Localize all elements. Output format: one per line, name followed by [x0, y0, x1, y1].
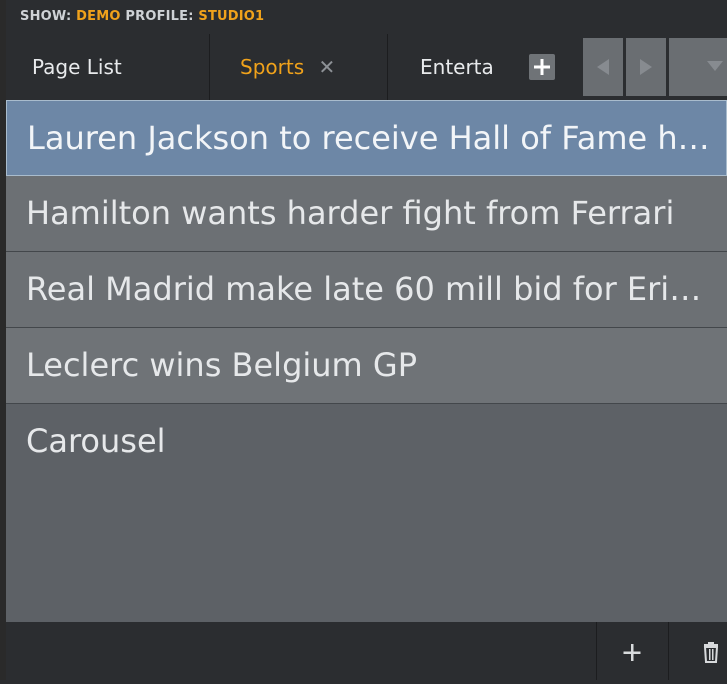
add-page-button[interactable] [597, 622, 668, 680]
tab-overflow-button[interactable] [669, 38, 727, 96]
tab-label: Sports [240, 55, 305, 79]
scroll-tabs-left-button[interactable] [583, 38, 623, 96]
profile-value: STUDIO1 [198, 9, 265, 24]
close-icon[interactable]: ✕ [318, 55, 335, 79]
tab-bar: Page List Sports ✕ Enterta [6, 34, 727, 100]
scroll-tabs-right-button[interactable] [626, 38, 666, 96]
triangle-left-icon [597, 59, 609, 75]
page-list-item[interactable]: Leclerc wins Belgium GP [6, 328, 727, 404]
show-label: SHOW: [20, 9, 72, 24]
page-list-panel: SHOW: DEMO PROFILE: STUDIO1 Page List Sp… [0, 0, 727, 680]
triangle-down-icon [707, 61, 723, 71]
triangle-right-icon [640, 59, 652, 75]
page-list-item[interactable]: Hamilton wants harder fight from Ferrari [6, 176, 727, 252]
tab-page-list[interactable]: Page List [6, 34, 210, 100]
delete-page-button[interactable] [669, 622, 727, 680]
tab-label: Page List [32, 55, 122, 79]
trash-icon [703, 642, 719, 663]
profile-label: PROFILE: [125, 9, 194, 24]
page-list-item[interactable]: Carousel [6, 404, 727, 480]
page-list-item-selected[interactable]: Lauren Jackson to receive Hall of Fame h… [6, 100, 727, 176]
show-value: DEMO [76, 9, 121, 24]
list-footer [6, 622, 727, 680]
tab-label: Enterta [420, 55, 494, 79]
plus-icon [623, 644, 641, 661]
plus-icon [534, 59, 550, 75]
page-list-item[interactable]: Real Madrid make late 60 mill bid for Er… [6, 252, 727, 328]
tab-entertainment[interactable]: Enterta [388, 34, 588, 100]
add-tab-button[interactable] [529, 54, 555, 80]
tab-sports[interactable]: Sports ✕ [210, 34, 388, 100]
show-profile-header: SHOW: DEMO PROFILE: STUDIO1 [6, 0, 727, 34]
page-list: Lauren Jackson to receive Hall of Fame h… [6, 100, 727, 622]
